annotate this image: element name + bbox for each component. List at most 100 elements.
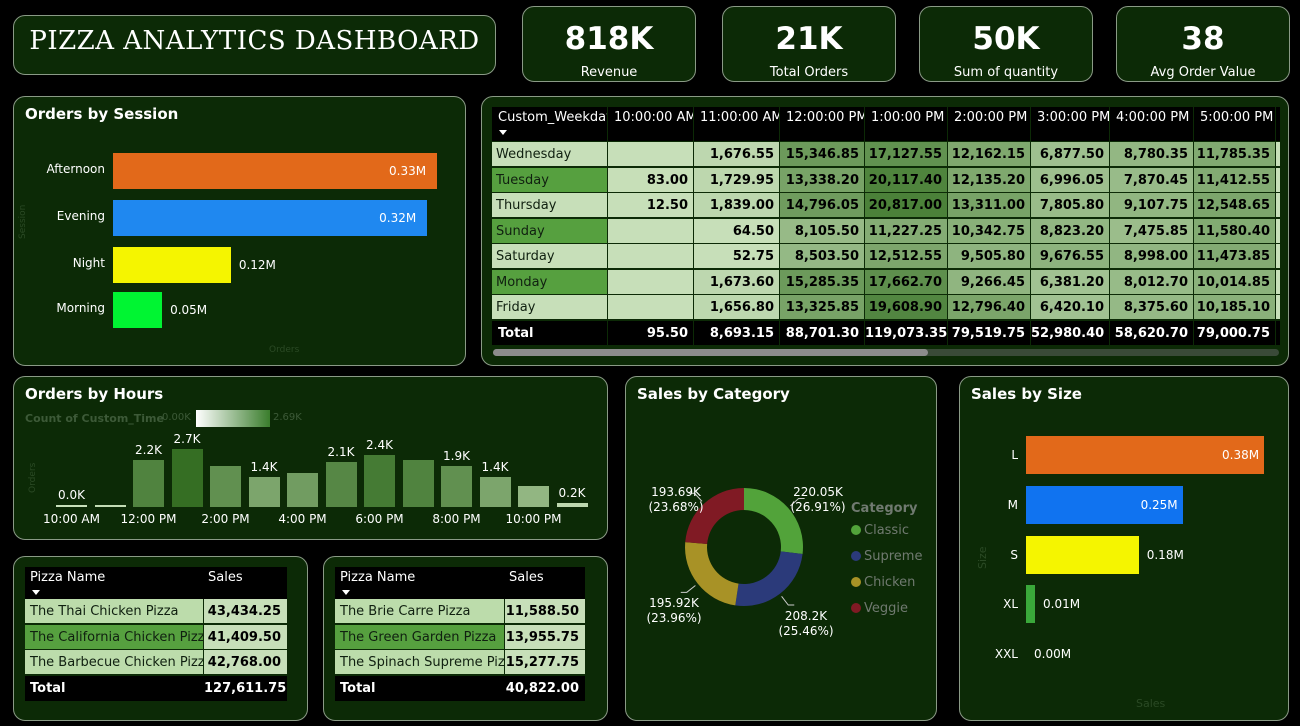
pizza-name-cell: The Brie Carre Pizza bbox=[335, 599, 505, 624]
matrix-cell: 8,375.60 bbox=[1110, 295, 1194, 320]
matrix-cell: 14,796.05 bbox=[780, 193, 865, 218]
orders-by-session-panel[interactable]: Orders by Session Session Orders Afterno… bbox=[13, 96, 466, 366]
matrix-column-header[interactable]: 1:00:00 PM bbox=[865, 107, 948, 142]
column-header-sales[interactable]: Sales bbox=[509, 567, 589, 589]
pizza-name-cell: The Thai Chicken Pizza bbox=[25, 599, 204, 624]
table-row[interactable]: The Thai Chicken Pizza 43,434.25 bbox=[25, 599, 287, 624]
matrix-cell: 9,266.45 bbox=[948, 269, 1031, 295]
matrix-cell bbox=[608, 295, 694, 320]
size-bar[interactable] bbox=[1026, 585, 1035, 623]
sales-by-size-panel[interactable]: Sales by Size Size Sales L 0.38M M 0.25M S 0.… bbox=[959, 376, 1289, 721]
matrix-column-header[interactable]: 12:00:00 PM bbox=[780, 107, 865, 142]
sort-desc-icon[interactable] bbox=[32, 590, 40, 595]
matrix-cell: 8,503.50 bbox=[780, 244, 865, 269]
table-row[interactable]: The Spinach Supreme Pizza 15,277.75 bbox=[335, 650, 585, 675]
matrix-row[interactable]: Saturday 52.75 8,503.50 12,512.55 9,505.80 9,… bbox=[492, 244, 1280, 269]
matrix-cell: 11,227.25 bbox=[865, 218, 948, 244]
hour-bar[interactable] bbox=[479, 476, 511, 507]
hour-bar[interactable] bbox=[441, 466, 472, 507]
matrix-row[interactable]: Wednesday 1,676.55 15,346.85 17,127.55 12,16… bbox=[492, 142, 1280, 167]
hour-bar[interactable] bbox=[171, 449, 203, 507]
matrix-row[interactable]: Thursday 12.50 1,839.00 14,796.05 20,817.00 1… bbox=[492, 193, 1280, 218]
legend-item[interactable]: Supreme bbox=[851, 549, 922, 564]
matrix-total-cell: 58,620.70 bbox=[1110, 320, 1194, 346]
size-bar[interactable] bbox=[1026, 536, 1139, 574]
matrix-total-cell: 88,701.30 bbox=[780, 320, 865, 346]
table-row[interactable]: The Barbecue Chicken Pizza 42,768.00 bbox=[25, 650, 287, 675]
legend-item[interactable]: Classic bbox=[851, 523, 909, 538]
matrix-cell: 13,338.20 bbox=[780, 167, 865, 193]
matrix-cell: 9,505.80 bbox=[948, 244, 1031, 269]
kpi-avg-order-card[interactable]: 38 Avg Order Value bbox=[1116, 6, 1290, 82]
panel-title: Orders by Hours bbox=[25, 385, 164, 403]
legend-item[interactable]: Chicken bbox=[851, 575, 915, 590]
matrix-row-header[interactable]: Custom_Weekday bbox=[492, 107, 608, 142]
session-bar[interactable] bbox=[113, 247, 231, 283]
sort-desc-icon[interactable] bbox=[499, 130, 507, 135]
bottom-pizzas-panel[interactable]: Pizza Name Sales The Brie Carre Pizza 11,58… bbox=[323, 556, 608, 721]
matrix-column-header[interactable]: 2:00:00 PM bbox=[948, 107, 1031, 142]
matrix-cell: 10,185.10 bbox=[1194, 295, 1276, 320]
bottom-pizzas-table[interactable]: Pizza Name Sales The Brie Carre Pizza 11,58… bbox=[335, 567, 585, 704]
matrix-column-header[interactable]: 4:00:00 PM bbox=[1110, 107, 1194, 142]
hour-bar[interactable] bbox=[402, 459, 434, 507]
matrix-cell bbox=[608, 244, 694, 269]
hour-tick-label: 6:00 PM bbox=[355, 512, 404, 526]
top-pizzas-table[interactable]: Pizza Name Sales The Thai Chicken Pizza 43,… bbox=[25, 567, 287, 704]
sales-matrix[interactable]: Custom_Weekday 10:00:00 AM 11:00:00 AM 12:0… bbox=[492, 107, 1280, 347]
weekday-hour-matrix-panel[interactable]: Custom_Weekday 10:00:00 AM 11:00:00 AM 12:0… bbox=[481, 96, 1289, 366]
legend-max: 2.69K bbox=[273, 412, 302, 423]
column-header-name[interactable]: Pizza Name bbox=[340, 567, 505, 589]
legend-min: 0.00K bbox=[162, 412, 191, 423]
column-header-name[interactable]: Pizza Name bbox=[30, 567, 204, 589]
kpi-revenue-card[interactable]: 818K Revenue bbox=[522, 6, 696, 82]
matrix-scrollbar[interactable] bbox=[493, 349, 1279, 356]
sort-desc-icon[interactable] bbox=[342, 590, 350, 595]
matrix-column-header[interactable]: 11:00:00 AM bbox=[694, 107, 780, 142]
category-value: 193.69K bbox=[651, 485, 701, 499]
matrix-cell: 12,162.15 bbox=[948, 142, 1031, 167]
category-data-label: 208.2K (25.46%) bbox=[776, 609, 836, 639]
matrix-column-header[interactable]: 10:00:00 AM bbox=[608, 107, 694, 142]
kpi-orders-card[interactable]: 21K Total Orders bbox=[722, 6, 896, 82]
hour-bar[interactable] bbox=[364, 455, 395, 507]
matrix-row[interactable]: Monday 1,673.60 15,285.35 17,662.70 9,266.45… bbox=[492, 269, 1280, 295]
hour-bar[interactable] bbox=[210, 466, 241, 507]
session-value-label: 0.32M bbox=[379, 211, 417, 225]
table-row[interactable]: The Brie Carre Pizza 11,588.50 bbox=[335, 599, 585, 624]
pizza-name-cell: The Spinach Supreme Pizza bbox=[335, 650, 505, 675]
matrix-column-header[interactable]: 5:00:00 PM bbox=[1194, 107, 1276, 142]
legend-item[interactable]: Veggie bbox=[851, 601, 908, 616]
matrix-cell: 17,662.70 bbox=[865, 269, 948, 295]
matrix-cell: 12,512.55 bbox=[865, 244, 948, 269]
x-axis-label: Orders bbox=[269, 345, 300, 355]
matrix-row[interactable]: Friday 1,656.80 13,325.85 19,608.90 12,796.4… bbox=[492, 295, 1280, 320]
legend-label: Classic bbox=[864, 523, 909, 538]
matrix-cell: 12,796.40 bbox=[948, 295, 1031, 320]
hour-bar[interactable] bbox=[556, 502, 588, 507]
hour-bar[interactable] bbox=[248, 476, 280, 507]
hour-bar[interactable] bbox=[94, 504, 126, 507]
table-row[interactable]: The Green Garden Pizza 13,955.75 bbox=[335, 624, 585, 650]
hour-bar[interactable] bbox=[133, 459, 164, 507]
matrix-row[interactable]: Tuesday 83.00 1,729.95 13,338.20 20,117.40 12… bbox=[492, 167, 1280, 193]
matrix-total-cell: 95.50 bbox=[608, 320, 694, 346]
matrix-cell: 11,785.35 bbox=[1194, 142, 1276, 167]
hour-bar[interactable] bbox=[325, 461, 357, 507]
hour-bar[interactable] bbox=[287, 472, 318, 507]
hour-bar[interactable] bbox=[518, 485, 549, 507]
category-slice[interactable] bbox=[735, 551, 803, 606]
hour-bar[interactable] bbox=[56, 505, 87, 507]
top-pizzas-panel[interactable]: Pizza Name Sales The Thai Chicken Pizza 43,… bbox=[13, 556, 308, 721]
kpi-quantity-card[interactable]: 50K Sum of quantity bbox=[919, 6, 1093, 82]
matrix-total-cell: 79,519.75 bbox=[948, 320, 1031, 346]
matrix-column-header[interactable]: 3:00:00 PM bbox=[1031, 107, 1110, 142]
scrollbar-thumb[interactable] bbox=[493, 349, 928, 356]
matrix-column-header[interactable]: 6: bbox=[1276, 107, 1280, 142]
sales-by-category-panel[interactable]: Sales by Category Category Classic Suprem… bbox=[625, 376, 937, 721]
column-header-sales[interactable]: Sales bbox=[208, 567, 291, 589]
table-row[interactable]: The California Chicken Pizza 41,409.50 bbox=[25, 624, 287, 650]
session-bar[interactable] bbox=[113, 292, 163, 328]
orders-by-hours-panel[interactable]: Orders by Hours Count of Custom_Time 0.0… bbox=[13, 376, 608, 540]
matrix-row[interactable]: Sunday 64.50 8,105.50 11,227.25 10,342.75 8,8… bbox=[492, 218, 1280, 244]
